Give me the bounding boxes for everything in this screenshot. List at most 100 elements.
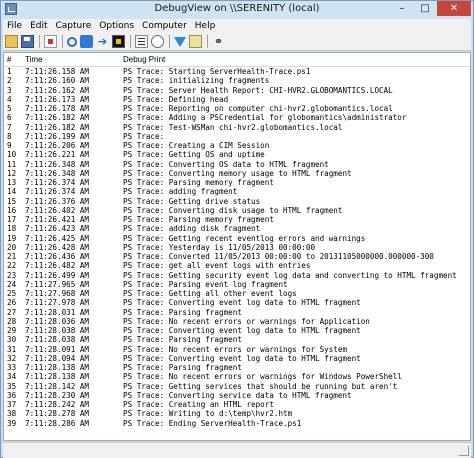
filter-icon[interactable] bbox=[174, 36, 186, 47]
close-button[interactable]: ✕ bbox=[437, 1, 471, 16]
table-row[interactable]: 21 7:11:26.436 AM PS Trace: Converted 11/0… bbox=[4, 252, 470, 261]
table-row[interactable]: 30 7:11:28.038 AM PS Trace: Parsing fragme… bbox=[4, 335, 470, 344]
row-time: 7:11:26.482 AM bbox=[25, 261, 90, 271]
row-time: 7:11:28.038 AM bbox=[25, 326, 90, 335]
row-number: 18 bbox=[7, 224, 17, 234]
row-time: 7:11:26.402 AM bbox=[25, 205, 90, 215]
row-message: PS Trace: Yesterday is 11/05/2013 00:00:… bbox=[123, 242, 316, 252]
row-time: 7:11:26.182 AM bbox=[25, 113, 90, 123]
row-number: 16 bbox=[7, 205, 17, 215]
row-message: PS Trace: Parsing fragment bbox=[123, 335, 242, 345]
table-row[interactable]: 3 7:11:26.162 AM PS Trace: Server Health R… bbox=[4, 86, 470, 95]
table-row[interactable]: 19 7:11:26.425 AM PS Trace: Getting recent… bbox=[4, 234, 470, 243]
table-row[interactable]: 13 7:11:26.374 AM PS Trace: Parsing memory… bbox=[4, 178, 470, 187]
table-row[interactable]: 5 7:11:26.178 AM PS Trace: Reporting on co… bbox=[4, 104, 470, 113]
row-message: PS Trace: adding fragment bbox=[123, 187, 238, 197]
row-time: 7:11:28.038 AM bbox=[25, 335, 90, 345]
column-header-time[interactable]: Time bbox=[22, 53, 120, 66]
row-message: PS Trace: Parsing memory fragment bbox=[123, 178, 274, 187]
row-number: 17 bbox=[7, 215, 17, 224]
row-number: 9 bbox=[7, 141, 12, 150]
clock-icon[interactable] bbox=[151, 35, 164, 48]
list-rows: 1 7:11:26.158 AM PS Trace: Starting Server… bbox=[4, 67, 470, 428]
debug-output-list[interactable]: # Time Debug Print 1 7:11:26.158 AM PS Tra… bbox=[3, 52, 471, 441]
minimize-button[interactable]: – bbox=[391, 1, 413, 16]
table-row[interactable]: 26 7:11:27.978 AM PS Trace: Converting eve… bbox=[4, 298, 470, 307]
table-row[interactable]: 28 7:11:28.036 AM PS Trace: No recent erro… bbox=[4, 317, 470, 326]
row-number: 34 bbox=[7, 372, 17, 382]
save-icon[interactable] bbox=[21, 35, 34, 48]
row-message: PS Trace: Adding a PSCredential for glob… bbox=[123, 113, 407, 123]
highlight-icon[interactable] bbox=[189, 35, 202, 48]
autoscroll-icon[interactable] bbox=[135, 35, 148, 48]
row-time: 7:11:26.158 AM bbox=[25, 67, 90, 76]
table-row[interactable]: 38 7:11:28.278 AM PS Trace: Writing to d:\… bbox=[4, 409, 470, 418]
table-row[interactable]: 24 7:11:27.965 AM PS Trace: Parsing event … bbox=[4, 280, 470, 289]
clear-icon[interactable] bbox=[44, 35, 57, 48]
table-row[interactable]: 11 7:11:26.348 AM PS Trace: Converting OS … bbox=[4, 160, 470, 169]
table-row[interactable]: 18 7:11:26.423 AM PS Trace: adding disk fr… bbox=[4, 224, 470, 233]
row-message: PS Trace: Defining head bbox=[123, 94, 229, 104]
resize-grip[interactable] bbox=[459, 446, 469, 456]
table-row[interactable]: 23 7:11:26.499 AM PS Trace: Getting securi… bbox=[4, 271, 470, 280]
table-row[interactable]: 7 7:11:26.182 AM PS Trace: Test-WSMan chi-… bbox=[4, 123, 470, 132]
row-time: 7:11:26.221 AM bbox=[25, 150, 90, 160]
menu-computer[interactable]: Computer bbox=[138, 19, 191, 33]
table-row[interactable]: 9 7:11:26.206 AM PS Trace: Creating a CIM … bbox=[4, 141, 470, 150]
table-row[interactable]: 8 7:11:26.199 AM PS Trace: bbox=[4, 132, 470, 141]
menu-file[interactable]: File bbox=[3, 19, 26, 33]
table-row[interactable]: 35 7:11:28.142 AM PS Trace: Getting servic… bbox=[4, 382, 470, 391]
find-icon[interactable] bbox=[67, 36, 77, 47]
table-row[interactable]: 14 7:11:26.374 AM PS Trace: adding fragmen… bbox=[4, 187, 470, 196]
table-row[interactable]: 10 7:11:26.221 AM PS Trace: Getting OS and… bbox=[4, 150, 470, 159]
row-time: 7:11:28.230 AM bbox=[25, 390, 90, 400]
table-row[interactable]: 32 7:11:28.094 AM PS Trace: Converting eve… bbox=[4, 354, 470, 363]
row-number: 2 bbox=[7, 76, 12, 86]
table-row[interactable]: 29 7:11:28.038 AM PS Trace: Converting eve… bbox=[4, 326, 470, 335]
table-row[interactable]: 31 7:11:28.091 AM PS Trace: No recent erro… bbox=[4, 345, 470, 354]
table-row[interactable]: 27 7:11:28.031 AM PS Trace: Parsing fragme… bbox=[4, 308, 470, 317]
table-row[interactable]: 6 7:11:26.182 AM PS Trace: Adding a PSCred… bbox=[4, 113, 470, 122]
menu-edit[interactable]: Edit bbox=[26, 19, 51, 33]
row-number: 1 bbox=[7, 67, 12, 76]
table-row[interactable]: 34 7:11:28.138 AM PS Trace: No recent erro… bbox=[4, 372, 470, 381]
binoculars-icon[interactable]: ⚭ bbox=[212, 35, 225, 48]
row-message: PS Trace: get all event logs with entrie… bbox=[123, 261, 311, 271]
menu-help[interactable]: Help bbox=[191, 19, 220, 33]
open-icon[interactable] bbox=[5, 35, 18, 48]
row-message: PS Trace: Converted 11/05/2013 00:00:00 … bbox=[123, 252, 434, 261]
row-message: PS Trace: Converting event log data to H… bbox=[123, 298, 361, 308]
table-row[interactable]: 25 7:11:27.968 AM PS Trace: Getting all ot… bbox=[4, 289, 470, 298]
row-time: 7:11:26.348 AM bbox=[25, 168, 90, 178]
row-number: 3 bbox=[7, 85, 12, 95]
row-time: 7:11:26.374 AM bbox=[25, 178, 90, 187]
menu-options[interactable]: Options bbox=[95, 19, 138, 33]
maximize-button[interactable]: □ bbox=[414, 1, 436, 16]
kernel-icon[interactable] bbox=[112, 35, 125, 48]
table-row[interactable]: 17 7:11:26.421 AM PS Trace: Parsing memory… bbox=[4, 215, 470, 224]
table-row[interactable]: 16 7:11:26.402 AM PS Trace: Converting dis… bbox=[4, 206, 470, 215]
table-row[interactable]: 15 7:11:26.376 AM PS Trace: Getting drive … bbox=[4, 197, 470, 206]
table-row[interactable]: 22 7:11:26.482 AM PS Trace: get all event … bbox=[4, 261, 470, 270]
row-number: 10 bbox=[7, 150, 17, 160]
column-header-number[interactable]: # bbox=[4, 53, 22, 66]
menu-capture[interactable]: Capture bbox=[52, 19, 96, 33]
row-time: 7:11:26.428 AM bbox=[25, 242, 90, 252]
row-number: 14 bbox=[7, 187, 17, 197]
table-row[interactable]: 39 7:11:28.286 AM PS Trace: Ending ServerH… bbox=[4, 419, 470, 428]
forward-arrow-icon[interactable]: ➔ bbox=[96, 35, 109, 48]
table-row[interactable]: 12 7:11:26.348 AM PS Trace: Converting mem… bbox=[4, 169, 470, 178]
capture-icon[interactable] bbox=[80, 35, 93, 48]
title-bar[interactable]: DebugView on \\SERENITY (local) – □ ✕ bbox=[1, 1, 473, 19]
table-row[interactable]: 4 7:11:26.173 AM PS Trace: Defining head bbox=[4, 95, 470, 104]
table-row[interactable]: 20 7:11:26.428 AM PS Trace: Yesterday is 1… bbox=[4, 243, 470, 252]
row-number: 38 bbox=[7, 409, 17, 419]
table-row[interactable]: 1 7:11:26.158 AM PS Trace: Starting Server… bbox=[4, 67, 470, 76]
table-row[interactable]: 2 7:11:26.160 AM PS Trace: initializing fr… bbox=[4, 76, 470, 85]
table-row[interactable]: 33 7:11:28.138 AM PS Trace: Parsing fragme… bbox=[4, 363, 470, 372]
row-time: 7:11:28.091 AM bbox=[25, 344, 90, 354]
row-number: 25 bbox=[7, 289, 17, 298]
table-row[interactable]: 37 7:11:28.242 AM PS Trace: Creating an HT… bbox=[4, 400, 470, 409]
column-header-debug-print[interactable]: Debug Print bbox=[120, 53, 470, 66]
table-row[interactable]: 36 7:11:28.230 AM PS Trace: Converting ser… bbox=[4, 391, 470, 400]
